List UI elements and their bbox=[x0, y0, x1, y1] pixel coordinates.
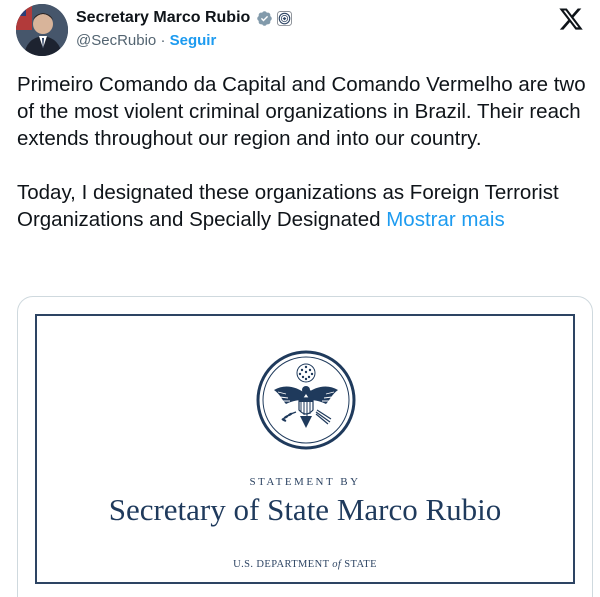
follow-button[interactable]: Seguir bbox=[170, 32, 217, 49]
tweet-paragraph-1: Primeiro Comando da Capital and Comando … bbox=[17, 73, 586, 150]
statement-card: STATEMENT BY Secretary of State Marco Ru… bbox=[35, 314, 575, 584]
author-identity: Secretary Marco Rubio @SecRubio · Seguir bbox=[76, 8, 293, 51]
statement-by-label: STATEMENT BY bbox=[249, 476, 361, 488]
avatar-portrait-icon bbox=[16, 4, 68, 56]
tweet-header: Secretary Marco Rubio @SecRubio · Seguir bbox=[16, 4, 584, 56]
handle-row: @SecRubio · Seguir bbox=[76, 31, 292, 51]
tweet-paragraph-2: Today, I designated these organizations … bbox=[17, 179, 587, 233]
tweet-text: Primeiro Comando da Capital and Comando … bbox=[17, 71, 587, 233]
dept-of: of bbox=[332, 559, 342, 570]
state-department-seal-icon[interactable] bbox=[277, 10, 293, 26]
verified-badge-icon[interactable] bbox=[256, 10, 273, 27]
statement-title: Secretary of State Marco Rubio bbox=[108, 492, 502, 527]
media-image[interactable]: STATEMENT BY Secretary of State Marco Ru… bbox=[17, 296, 593, 597]
author-name[interactable]: Secretary Marco Rubio bbox=[76, 8, 250, 28]
dept-prefix: U.S. DEPARTMENT bbox=[233, 559, 330, 570]
author-handle[interactable]: @SecRubio bbox=[76, 32, 156, 49]
department-name: U.S. DEPARTMENT of STATE bbox=[37, 559, 573, 570]
tweet-card: Secretary Marco Rubio @SecRubio · Seguir bbox=[0, 0, 600, 597]
author-name-row: Secretary Marco Rubio bbox=[76, 8, 293, 28]
separator-dot: · bbox=[160, 32, 166, 49]
x-logo-icon[interactable] bbox=[558, 6, 584, 32]
dept-suffix: STATE bbox=[344, 559, 377, 570]
department-of-state-seal-icon bbox=[256, 350, 356, 450]
show-more-link[interactable]: Mostrar mais bbox=[386, 208, 504, 231]
avatar[interactable] bbox=[16, 4, 68, 56]
